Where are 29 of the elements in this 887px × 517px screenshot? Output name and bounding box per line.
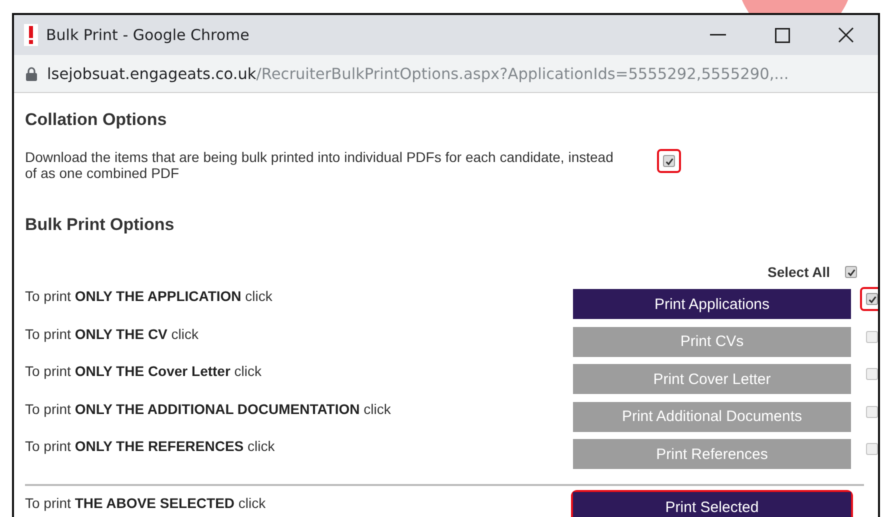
instruction-text: To print THE ABOVE SELECTED click	[25, 495, 267, 511]
minimize-icon[interactable]	[710, 34, 726, 36]
maximize-icon[interactable]	[774, 28, 790, 42]
section-heading: Collation Options	[25, 110, 168, 130]
instruction-text: To print ONLY THE CV click	[25, 326, 200, 342]
print-button[interactable]: Print Additional Documents	[573, 402, 851, 432]
checkbox[interactable]	[866, 293, 878, 305]
close-icon[interactable]	[838, 27, 854, 43]
checkbox[interactable]	[845, 266, 857, 278]
print-button[interactable]: Print Selected	[573, 492, 851, 517]
checkbox[interactable]	[866, 330, 878, 342]
instruction-text: To print ONLY THE APPLICATION click	[25, 288, 274, 304]
print-button[interactable]: Print Cover Letter	[573, 364, 851, 394]
print-button[interactable]: Print References	[573, 439, 851, 469]
window-title: Bulk Print - Google Chrome	[46, 26, 250, 44]
checkbox[interactable]	[866, 406, 878, 418]
app-logo-icon	[24, 24, 38, 46]
lock-icon	[26, 66, 37, 80]
instruction-text: To print ONLY THE ADDITIONAL DOCUMENTATION click	[25, 400, 392, 416]
print-button[interactable]: Print CVs	[573, 326, 851, 356]
collation-description: Download the items that are being bulk printed into individual PDFs for each candidate, instead of as one combined PDF	[25, 149, 614, 181]
checkbox[interactable]	[866, 368, 878, 380]
instruction-text: To print ONLY THE Cover Letter click	[25, 363, 263, 379]
print-button[interactable]: Print Applications	[573, 289, 851, 319]
checkbox[interactable]	[663, 155, 675, 167]
section-heading: Bulk Print Options	[25, 215, 176, 235]
instruction-text: To print ONLY THE REFERENCES click	[25, 438, 276, 454]
select-all-label: Select All	[767, 264, 830, 280]
checkbox[interactable]	[866, 443, 878, 455]
